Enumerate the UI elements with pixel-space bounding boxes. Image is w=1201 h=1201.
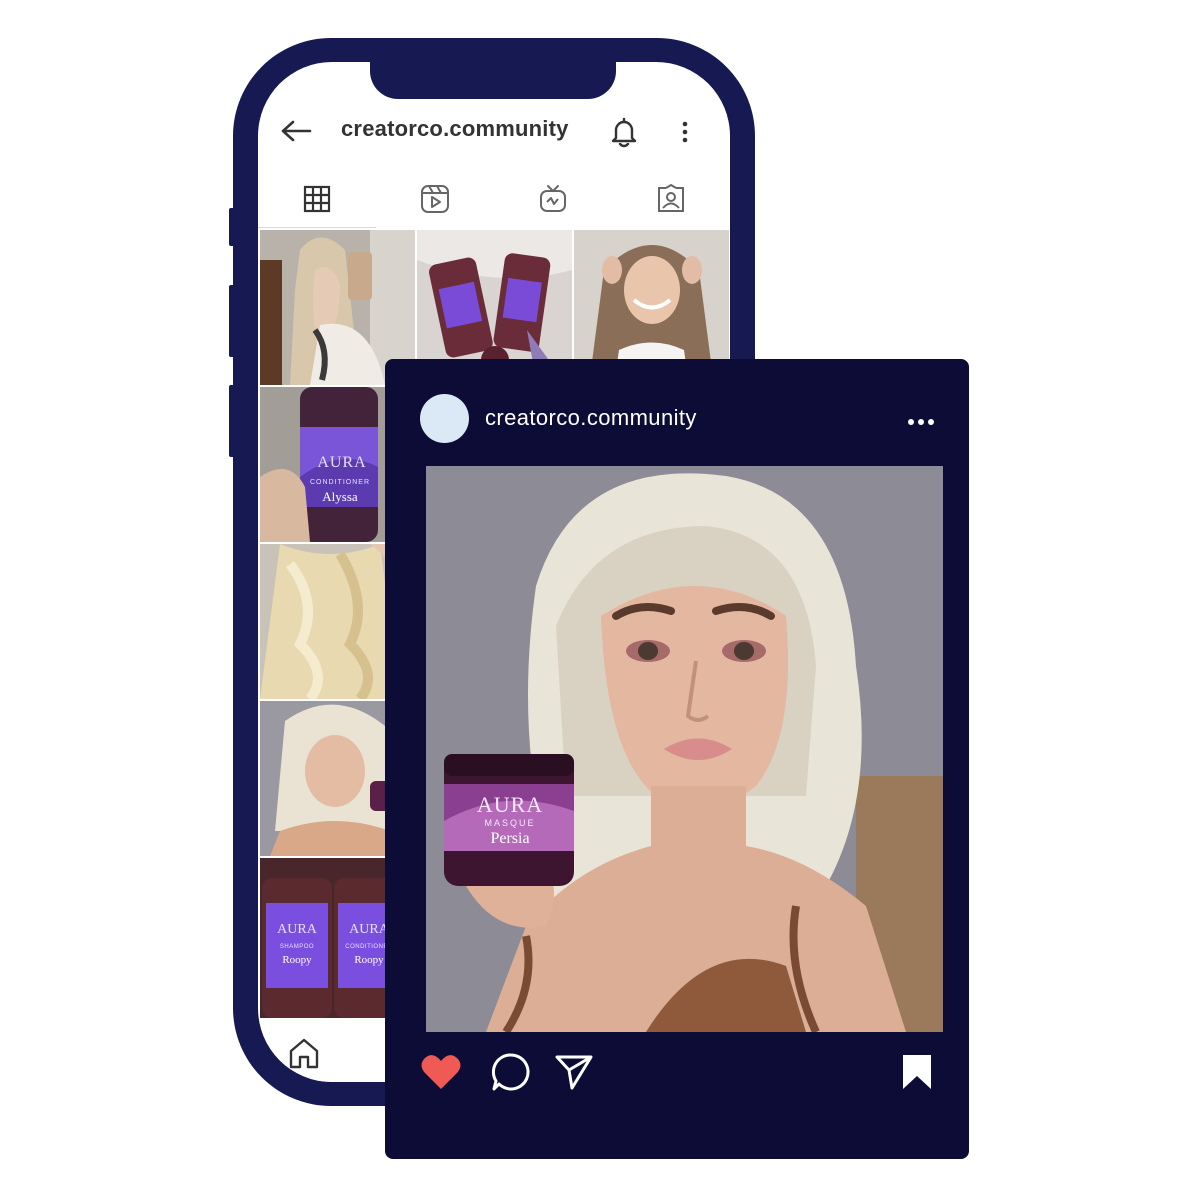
- send-icon: [555, 1055, 593, 1090]
- arrow-left-icon: [281, 120, 312, 142]
- post-photo[interactable]: AURA MASQUE Persia: [426, 466, 943, 1032]
- jar-product-name: Persia: [490, 830, 530, 847]
- post-card: creatorco.community AURA MASQUE Persia: [385, 359, 969, 1159]
- bell-icon: [611, 117, 637, 148]
- phone-volume-down: [229, 385, 235, 457]
- bookmark-icon: [903, 1055, 931, 1089]
- comment-button[interactable]: [488, 1049, 534, 1095]
- home-icon: [289, 1038, 319, 1069]
- profile-username[interactable]: creatorco.community: [341, 116, 569, 142]
- tagged-icon: [658, 184, 684, 212]
- tile-brand-label-left: AURA: [277, 922, 317, 937]
- notifications-button[interactable]: [606, 114, 642, 150]
- tile-product-name-left: Roopy: [282, 954, 312, 966]
- post-photo-image: [426, 466, 943, 1032]
- post-more-button[interactable]: [907, 413, 935, 431]
- profile-tabs: [258, 170, 730, 228]
- like-button[interactable]: [418, 1049, 464, 1095]
- post-username[interactable]: creatorco.community: [485, 405, 697, 431]
- avatar[interactable]: [420, 394, 469, 443]
- back-button[interactable]: [278, 115, 314, 147]
- share-button[interactable]: [551, 1049, 597, 1095]
- tile-product-name: Alyssa: [322, 489, 358, 504]
- phone-notch: [370, 62, 616, 99]
- tab-reels[interactable]: [376, 170, 494, 228]
- reels-icon: [421, 185, 449, 213]
- jar-product-type: MASQUE: [484, 818, 536, 828]
- grid-icon: [303, 185, 331, 213]
- home-button[interactable]: [284, 1034, 324, 1072]
- vertical-dots-icon: [682, 121, 688, 143]
- phone-volume-up: [229, 285, 235, 357]
- save-button[interactable]: [897, 1049, 937, 1095]
- tile-product-type: CONDITIONER: [310, 479, 370, 486]
- heart-icon: [421, 1055, 461, 1089]
- horizontal-dots-icon: [908, 419, 934, 425]
- tile-product-type-left: SHAMPOO: [279, 944, 315, 950]
- igtv-icon: [540, 185, 566, 212]
- jar-brand-label: AURA: [476, 792, 544, 817]
- comment-icon: [491, 1053, 530, 1091]
- tab-tagged[interactable]: [612, 170, 730, 228]
- more-options-button[interactable]: [674, 116, 696, 148]
- tab-igtv[interactable]: [494, 170, 612, 228]
- tab-grid[interactable]: [258, 170, 376, 228]
- tile-brand-label: AURA: [317, 454, 367, 471]
- phone-side-button: [229, 208, 235, 246]
- post-actions: [385, 1049, 969, 1099]
